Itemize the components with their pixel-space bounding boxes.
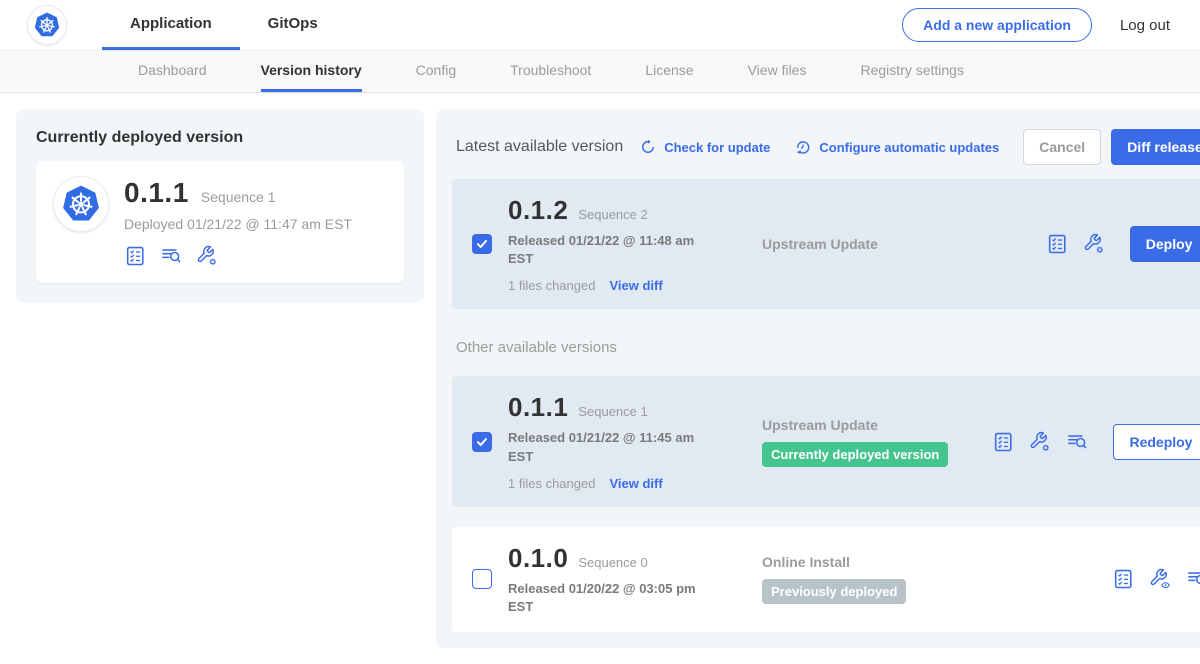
edit-config-icon[interactable] bbox=[1029, 431, 1051, 453]
view-config-icon[interactable] bbox=[1149, 568, 1171, 590]
version-row-0-1-2: 0.1.2 Sequence 2 Released 01/21/22 @ 11:… bbox=[452, 179, 1200, 309]
released-timestamp: Released 01/20/22 @ 03:05 pm EST bbox=[508, 580, 708, 616]
version-row-0-1-1: 0.1.1 Sequence 1 Released 01/21/22 @ 11:… bbox=[452, 376, 1200, 506]
previously-deployed-badge: Previously deployed bbox=[762, 579, 906, 604]
version-info: 0.1.0 Sequence 0 Released 01/20/22 @ 03:… bbox=[508, 543, 720, 616]
add-new-application-button[interactable]: Add a new application bbox=[902, 8, 1092, 42]
version-source: Upstream Update bbox=[720, 236, 1046, 252]
tab-license[interactable]: License bbox=[645, 51, 693, 92]
tab-config[interactable]: Config bbox=[416, 51, 456, 92]
kubernetes-logo bbox=[28, 6, 66, 44]
checkmark-icon bbox=[476, 436, 488, 448]
kubernetes-helm-icon bbox=[59, 182, 103, 226]
configure-updates-label: Configure automatic updates bbox=[819, 140, 999, 155]
latest-version-title: Latest available version bbox=[456, 138, 623, 156]
version-actions: Redeploy bbox=[992, 424, 1200, 460]
refresh-icon bbox=[639, 138, 657, 156]
version-source: Online Install Previously deployed bbox=[720, 554, 1112, 604]
version-checkbox[interactable] bbox=[472, 234, 492, 254]
files-changed-label: 1 files changed bbox=[508, 278, 595, 293]
currently-deployed-badge: Currently deployed version bbox=[762, 442, 948, 467]
tab-registry-settings[interactable]: Registry settings bbox=[860, 51, 963, 92]
kubernetes-helm-icon bbox=[32, 10, 62, 40]
deployed-actions bbox=[124, 245, 352, 267]
app-sub-navbar: Dashboard Version history Config Trouble… bbox=[0, 50, 1200, 93]
source-label: Upstream Update bbox=[762, 417, 878, 433]
source-label: Online Install bbox=[762, 554, 850, 570]
deployed-version-card: 0.1.1 Sequence 1 Deployed 01/21/22 @ 11:… bbox=[36, 161, 404, 283]
released-timestamp: Released 01/21/22 @ 11:48 am EST bbox=[508, 232, 708, 268]
tab-label: Registry settings bbox=[860, 62, 963, 78]
tab-label: Dashboard bbox=[138, 62, 207, 78]
view-diff-link[interactable]: View diff bbox=[609, 278, 662, 293]
version-number: 0.1.0 bbox=[508, 543, 568, 574]
available-versions-panel: Latest available version Check for updat… bbox=[436, 109, 1200, 648]
app-logo bbox=[54, 177, 108, 231]
release-notes-icon[interactable] bbox=[1046, 233, 1068, 255]
checkmark-icon bbox=[476, 238, 488, 250]
deployed-version-details: 0.1.1 Sequence 1 Deployed 01/21/22 @ 11:… bbox=[124, 177, 352, 267]
tab-troubleshoot[interactable]: Troubleshoot bbox=[510, 51, 591, 92]
topnav-tab-label: GitOps bbox=[268, 15, 318, 32]
clock-refresh-icon bbox=[794, 138, 812, 156]
version-actions bbox=[1112, 568, 1200, 590]
deployed-timestamp: Deployed 01/21/22 @ 11:47 am EST bbox=[124, 216, 352, 232]
release-notes-icon[interactable] bbox=[1112, 568, 1134, 590]
files-changed-label: 1 files changed bbox=[508, 476, 595, 491]
configure-automatic-updates-link[interactable]: Configure automatic updates bbox=[794, 138, 999, 156]
topnav-tab-application[interactable]: Application bbox=[102, 0, 240, 50]
redeploy-button[interactable]: Redeploy bbox=[1113, 424, 1200, 460]
other-versions-title: Other available versions bbox=[456, 339, 1200, 356]
deploy-logs-icon[interactable] bbox=[160, 245, 182, 267]
version-number: 0.1.1 bbox=[508, 392, 568, 423]
version-info: 0.1.2 Sequence 2 Released 01/21/22 @ 11:… bbox=[508, 195, 720, 293]
tab-label: Version history bbox=[261, 62, 362, 78]
available-versions-header: Latest available version Check for updat… bbox=[452, 125, 1200, 165]
tab-label: Troubleshoot bbox=[510, 62, 591, 78]
edit-config-icon[interactable] bbox=[196, 245, 218, 267]
tab-label: License bbox=[645, 62, 693, 78]
main-content: Currently deployed version 0.1.1 Sequenc… bbox=[0, 93, 1200, 664]
check-for-update-link[interactable]: Check for update bbox=[639, 138, 770, 156]
cancel-button[interactable]: Cancel bbox=[1023, 129, 1101, 165]
deployed-sequence-label: Sequence 1 bbox=[201, 189, 276, 205]
view-diff-link[interactable]: View diff bbox=[609, 476, 662, 491]
top-navbar: Application GitOps Add a new application… bbox=[0, 0, 1200, 50]
deployed-panel-title: Currently deployed version bbox=[36, 129, 404, 147]
version-source: Upstream Update Currently deployed versi… bbox=[720, 417, 992, 467]
deploy-logs-icon[interactable] bbox=[1186, 568, 1200, 590]
released-timestamp: Released 01/21/22 @ 11:45 am EST bbox=[508, 429, 708, 465]
sequence-label: Sequence 1 bbox=[578, 404, 647, 419]
topnav-tab-gitops[interactable]: GitOps bbox=[240, 0, 346, 50]
version-row-0-1-0: 0.1.0 Sequence 0 Released 01/20/22 @ 03:… bbox=[452, 527, 1200, 632]
tab-label: View files bbox=[748, 62, 807, 78]
version-checkbox[interactable] bbox=[472, 569, 492, 589]
logout-link[interactable]: Log out bbox=[1120, 17, 1170, 34]
deploy-logs-icon[interactable] bbox=[1066, 431, 1088, 453]
edit-config-icon[interactable] bbox=[1083, 233, 1105, 255]
sequence-label: Sequence 2 bbox=[578, 207, 647, 222]
diff-releases-button[interactable]: Diff releases bbox=[1111, 129, 1200, 165]
tab-view-files[interactable]: View files bbox=[748, 51, 807, 92]
deploy-button[interactable]: Deploy bbox=[1130, 226, 1200, 262]
release-notes-icon[interactable] bbox=[124, 245, 146, 267]
version-actions: Deploy bbox=[1046, 226, 1200, 262]
tab-label: Config bbox=[416, 62, 456, 78]
release-notes-icon[interactable] bbox=[992, 431, 1014, 453]
tab-dashboard[interactable]: Dashboard bbox=[138, 51, 207, 92]
version-checkbox[interactable] bbox=[472, 432, 492, 452]
topnav-tab-label: Application bbox=[130, 15, 212, 32]
topnav-right-group: Add a new application Log out bbox=[902, 0, 1170, 50]
deployed-version-number: 0.1.1 bbox=[124, 177, 189, 209]
check-for-update-label: Check for update bbox=[664, 140, 770, 155]
source-label: Upstream Update bbox=[762, 236, 878, 252]
sequence-label: Sequence 0 bbox=[578, 555, 647, 570]
version-number: 0.1.2 bbox=[508, 195, 568, 226]
currently-deployed-panel: Currently deployed version 0.1.1 Sequenc… bbox=[16, 109, 424, 303]
header-buttons: Cancel Diff releases bbox=[1023, 129, 1200, 165]
version-info: 0.1.1 Sequence 1 Released 01/21/22 @ 11:… bbox=[508, 392, 720, 490]
tab-version-history[interactable]: Version history bbox=[261, 51, 362, 92]
